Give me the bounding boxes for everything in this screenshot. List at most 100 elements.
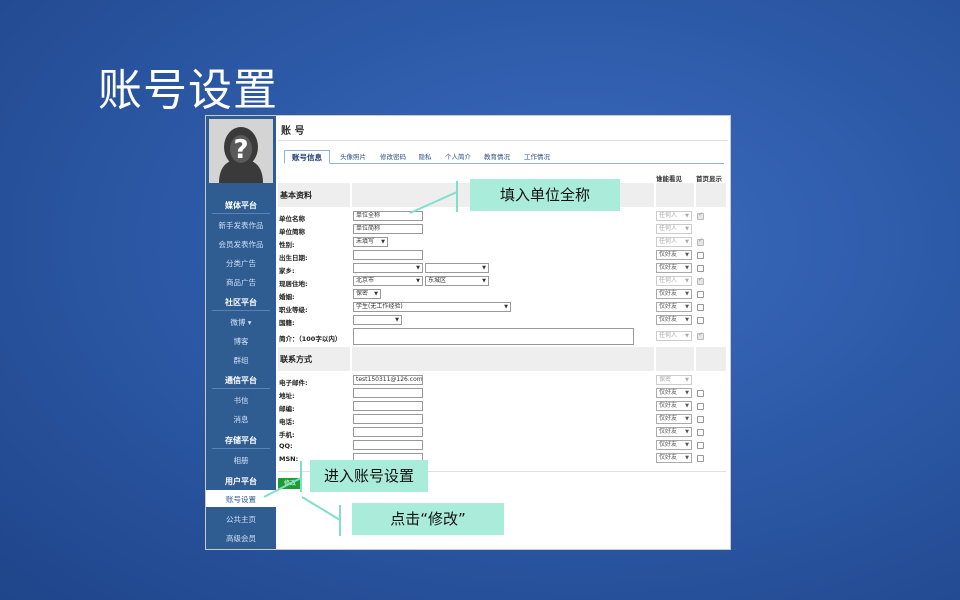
- residence-city-select[interactable]: 北京市 ▼: [353, 276, 423, 286]
- visibility-select[interactable]: 仅好友 ▼: [656, 427, 692, 437]
- svg-text:?: ?: [233, 135, 248, 165]
- birthday-input[interactable]: [353, 250, 423, 260]
- visibility-select[interactable]: 任何人 ▼: [656, 331, 692, 341]
- homepage-checkbox[interactable]: [697, 276, 704, 285]
- tab-profile-intro[interactable]: 个人简介: [441, 150, 475, 164]
- visibility-select[interactable]: 仅好友 ▼: [656, 453, 692, 463]
- postcode-input[interactable]: [353, 401, 423, 411]
- tab-work[interactable]: 工作情况: [520, 150, 554, 164]
- mobile-input[interactable]: [353, 427, 423, 437]
- sidebar-item-product-ads[interactable]: 商品广告: [206, 277, 276, 288]
- label-msn: MSN:: [279, 455, 299, 463]
- section-contact: 联系方式: [278, 347, 726, 371]
- homepage-checkbox[interactable]: [697, 331, 704, 340]
- sidebar-item-classified-ads[interactable]: 分类广告: [206, 258, 276, 269]
- label-email: 电子邮件:: [279, 379, 308, 387]
- hometown-province-select[interactable]: ▼: [353, 263, 423, 273]
- visibility-select[interactable]: 任何人 ▼: [656, 224, 692, 234]
- section-title: 联系方式: [280, 355, 312, 364]
- homepage-checkbox[interactable]: [697, 390, 704, 397]
- visibility-select[interactable]: 仅好友 ▼: [656, 315, 692, 325]
- homepage-checkbox[interactable]: [697, 265, 704, 272]
- visibility-select[interactable]: 仅好友 ▼: [656, 414, 692, 424]
- label-unit-short: 单位简称: [279, 228, 305, 236]
- section-title: 基本资料: [280, 191, 312, 200]
- sidebar-item-member-post[interactable]: 会员发表作品: [206, 239, 276, 250]
- visibility-select[interactable]: 仅好友 ▼: [656, 401, 692, 411]
- homepage-checkbox[interactable]: [697, 416, 704, 423]
- callout-unit-name: 填入单位全称: [470, 179, 620, 211]
- sidebar-item-weibo[interactable]: 微博 ▾: [206, 317, 276, 328]
- sidebar-item-messages[interactable]: 消息: [206, 414, 276, 425]
- app-screenshot: ? 媒体平台 新手发表作品 会员发表作品 分类广告 商品广告 社区平台 微博 ▾…: [205, 115, 731, 550]
- sidebar-item-groups[interactable]: 群组: [206, 355, 276, 366]
- tab-account-info[interactable]: 账号信息: [284, 150, 330, 164]
- nationality-select[interactable]: ▼: [353, 315, 402, 325]
- visibility-select[interactable]: 仅好友 ▼: [656, 440, 692, 450]
- label-phone: 电话:: [279, 418, 295, 426]
- gender-select[interactable]: 未填写 ▼: [353, 237, 388, 247]
- callout-account-settings: 进入账号设置: [310, 460, 428, 492]
- bio-textarea[interactable]: [353, 328, 634, 345]
- visibility-select[interactable]: 保密 ▼: [656, 375, 692, 385]
- sidebar: ? 媒体平台 新手发表作品 会员发表作品 分类广告 商品广告 社区平台 微博 ▾…: [206, 116, 276, 549]
- homepage-checkbox[interactable]: [697, 291, 704, 298]
- label-hometown: 家乡:: [279, 267, 295, 275]
- unit-short-input[interactable]: 单位简称: [353, 224, 423, 234]
- visibility-select[interactable]: 仅好友 ▼: [656, 263, 692, 273]
- homepage-checkbox[interactable]: [697, 211, 704, 220]
- sidebar-item-novice-post[interactable]: 新手发表作品: [206, 220, 276, 231]
- residence-district-select[interactable]: 东城区 ▼: [425, 276, 489, 286]
- homepage-checkbox[interactable]: [697, 455, 704, 462]
- column-header-visibility: 谁能看见: [656, 175, 682, 183]
- sidebar-group-user: 用户平台: [225, 477, 257, 486]
- tab-avatar-photo[interactable]: 头像照片: [334, 150, 372, 164]
- visibility-select[interactable]: 仅好友 ▼: [656, 388, 692, 398]
- sidebar-item-letters[interactable]: 书信: [206, 395, 276, 406]
- unit-name-input[interactable]: 单位全称: [353, 211, 423, 221]
- visibility-select[interactable]: 仅好友 ▼: [656, 250, 692, 260]
- homepage-checkbox[interactable]: [697, 442, 704, 449]
- sidebar-item-label: 账号设置: [226, 495, 256, 504]
- label-birthday: 出生日期:: [279, 254, 308, 262]
- label-postcode: 邮编:: [279, 405, 295, 413]
- tab-education[interactable]: 教育情况: [480, 150, 514, 164]
- qq-input[interactable]: [353, 440, 423, 450]
- sidebar-item-premium-member[interactable]: 高级会员: [206, 533, 276, 544]
- label-address: 地址:: [279, 392, 295, 400]
- sidebar-item-album[interactable]: 相册: [206, 455, 276, 466]
- homepage-checkbox[interactable]: [697, 317, 704, 324]
- slide-title: 账号设置: [98, 65, 278, 116]
- homepage-checkbox[interactable]: [697, 304, 704, 311]
- visibility-select[interactable]: 仅好友 ▼: [656, 289, 692, 299]
- email-input[interactable]: test150311@126.com: [353, 375, 423, 385]
- visibility-select[interactable]: 任何人 ▼: [656, 211, 692, 221]
- marriage-select[interactable]: 保密 ▼: [353, 289, 381, 299]
- label-mobile: 手机:: [279, 431, 295, 439]
- sidebar-item-account-settings[interactable]: 账号设置: [206, 490, 276, 507]
- visibility-select[interactable]: 任何人 ▼: [656, 237, 692, 247]
- label-nationality: 国籍:: [279, 319, 295, 327]
- homepage-checkbox[interactable]: [697, 429, 704, 436]
- address-input[interactable]: [353, 388, 423, 398]
- homepage-checkbox[interactable]: [697, 237, 704, 246]
- visibility-select[interactable]: 任何人 ▼: [656, 276, 692, 286]
- homepage-checkbox[interactable]: [697, 252, 704, 259]
- sidebar-group-messaging: 通信平台: [225, 376, 257, 385]
- hometown-city-select[interactable]: ▼: [425, 263, 489, 273]
- visibility-select[interactable]: 仅好友 ▼: [656, 302, 692, 312]
- modify-button[interactable]: 修改: [278, 478, 302, 489]
- label-qq: QQ:: [279, 442, 293, 450]
- tab-change-password[interactable]: 修改密码: [376, 150, 410, 164]
- phone-input[interactable]: [353, 414, 423, 424]
- sidebar-group-media: 媒体平台: [225, 201, 257, 210]
- label-career-level: 职业等级:: [279, 306, 308, 314]
- label-marriage: 婚姻:: [279, 293, 295, 301]
- sidebar-group-community: 社区平台: [225, 298, 257, 307]
- sidebar-item-public-home[interactable]: 公共主页: [206, 514, 276, 525]
- avatar[interactable]: ?: [209, 119, 273, 183]
- homepage-checkbox[interactable]: [697, 403, 704, 410]
- career-level-select[interactable]: 学生(无工作经验) ▼: [353, 302, 511, 312]
- tab-privacy[interactable]: 隐私: [414, 150, 436, 164]
- sidebar-item-blog[interactable]: 博客: [206, 336, 276, 347]
